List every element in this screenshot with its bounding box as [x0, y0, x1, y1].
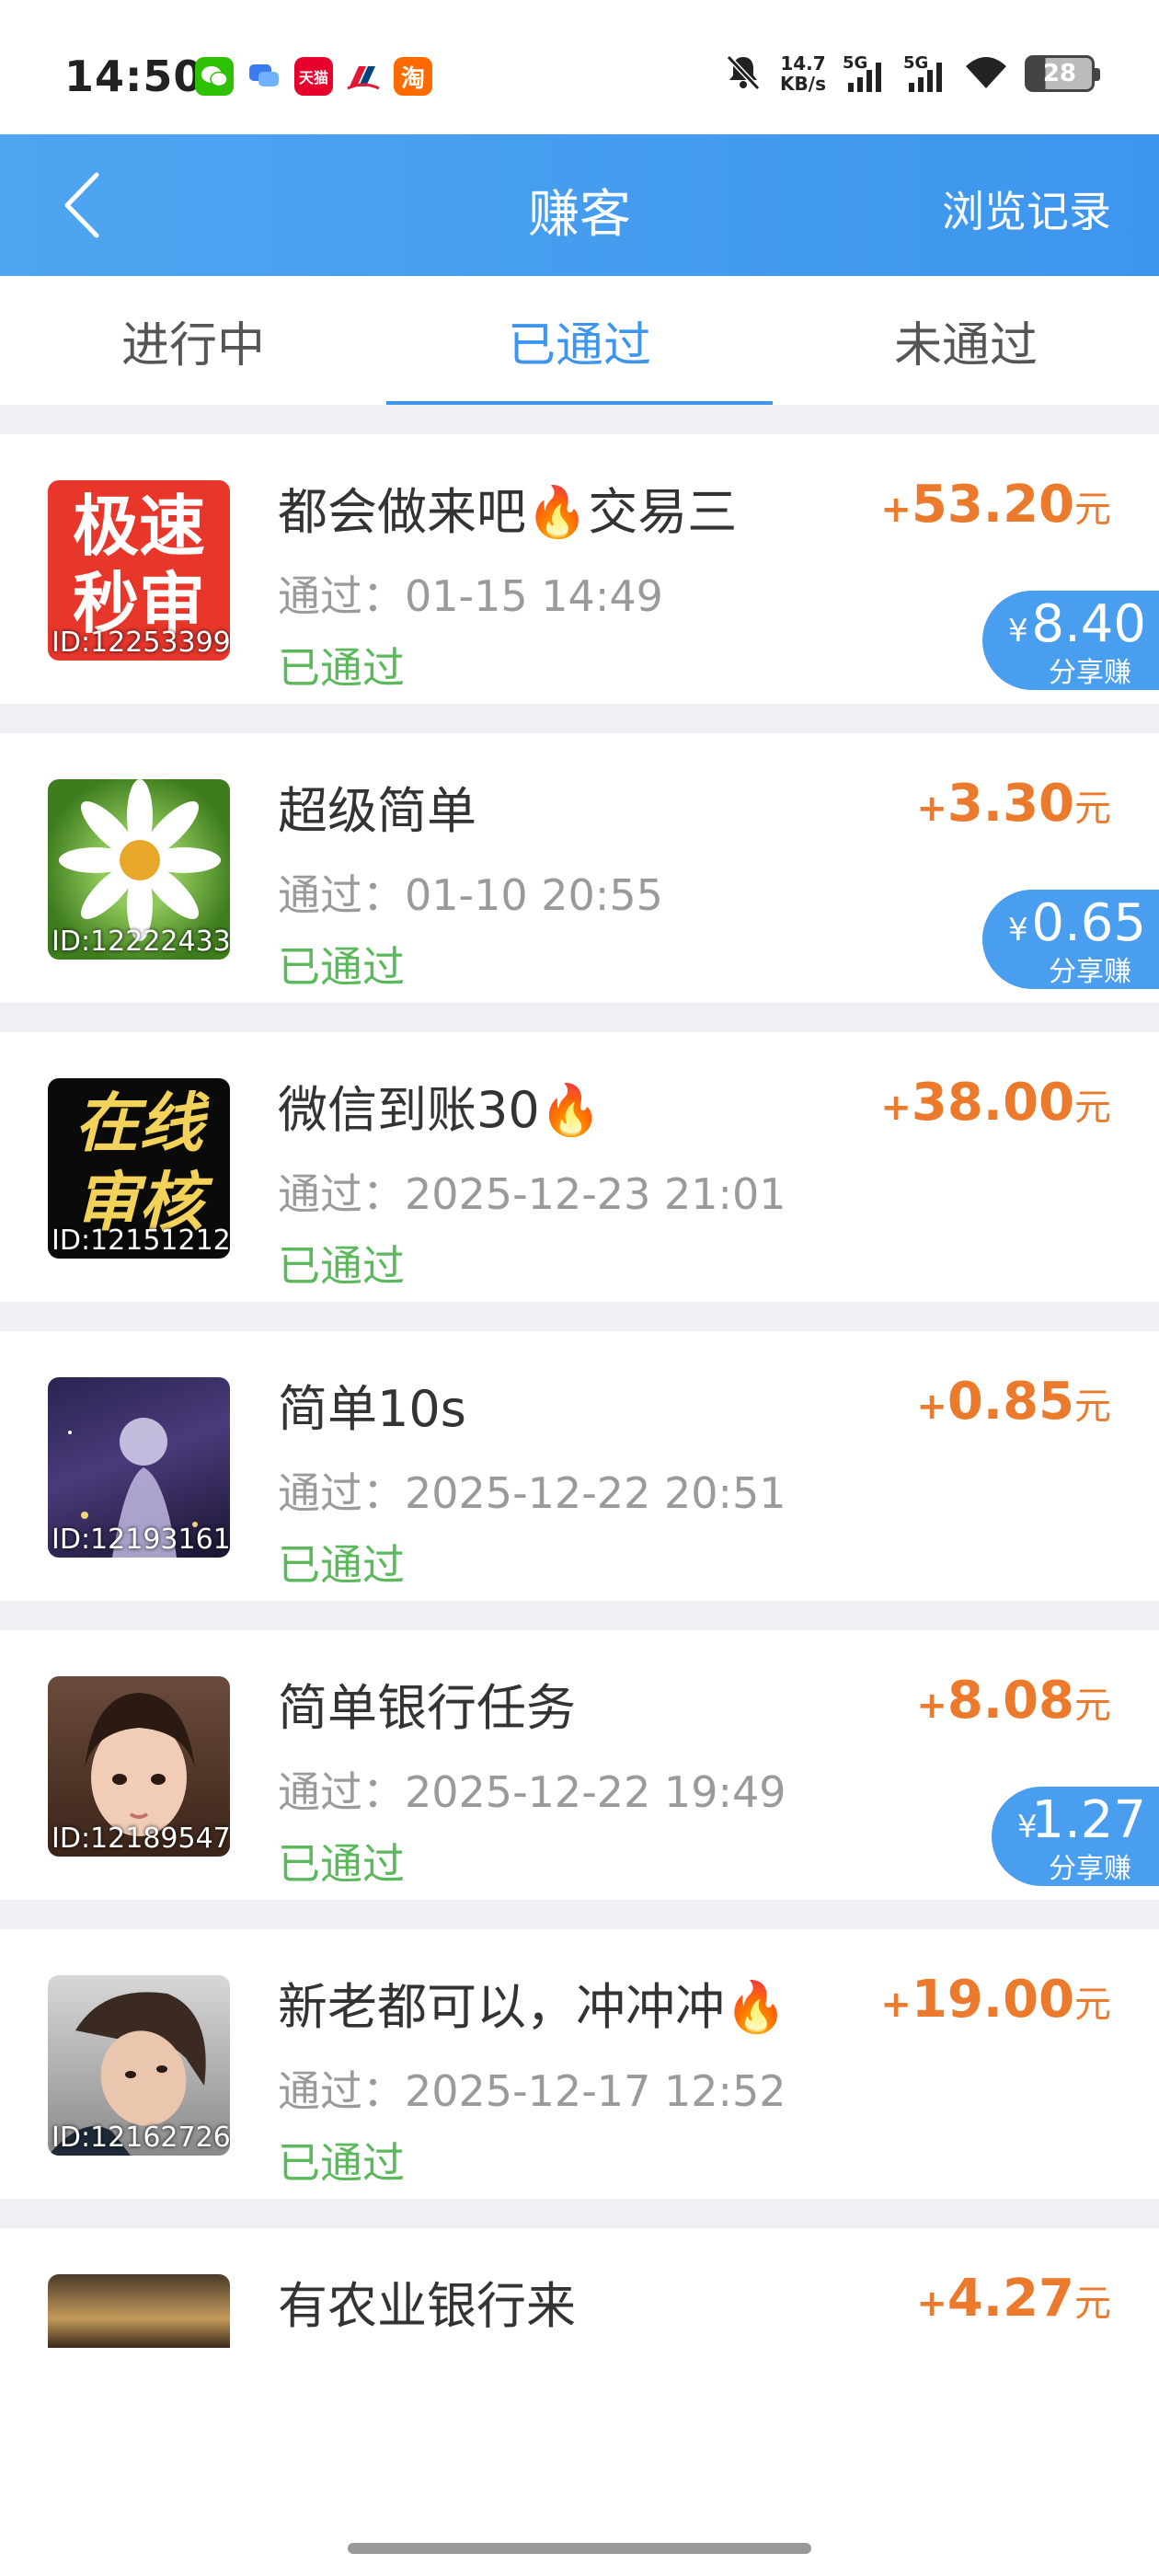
- share-earn-button[interactable]: ¥ 0.65 分享赚: [982, 890, 1159, 989]
- task-reward: +0.85元: [916, 1372, 1111, 1432]
- task-id: ID:12253399: [52, 627, 230, 659]
- share-earn-button[interactable]: ¥ 1.27 分享赚: [992, 1787, 1159, 1886]
- task-title: 简单10s: [278, 1380, 466, 1438]
- wechat-icon: [195, 57, 234, 96]
- browse-history-button[interactable]: 浏览记录: [942, 178, 1111, 239]
- task-thumbnail: 极速 秒审 ID:12253399: [48, 480, 230, 661]
- share-earn-button[interactable]: ¥ 8.40 分享赚: [982, 591, 1159, 690]
- task-item[interactable]: ID:12162726 新老都可以，冲冲冲🔥 通过：2025-12-17 12:…: [0, 1929, 1159, 2228]
- task-status: 已通过: [278, 942, 405, 992]
- task-item[interactable]: ID:12222433 超级简单 通过：01-10 20:55 已通过 +3.3…: [0, 733, 1159, 1032]
- task-item[interactable]: 有农业银行来 +4.27元: [0, 2228, 1159, 2467]
- task-title: 都会做来吧🔥交易三: [278, 483, 738, 541]
- task-thumbnail: ID:12189547: [48, 1676, 230, 1857]
- task-status: 已通过: [278, 1540, 405, 1590]
- task-title: 简单银行任务: [278, 1679, 576, 1737]
- task-item[interactable]: ID:12189547 简单银行任务 通过：2025-12-22 19:49 已…: [0, 1630, 1159, 1929]
- status-bar: 14:50 天猫 淘 14.7 KB/s 5G 5G 28: [0, 0, 1159, 134]
- notification-icons: 天猫 淘: [195, 57, 432, 96]
- task-pass-time: 通过：2025-12-22 20:51: [278, 1468, 786, 1518]
- cell-signal-icon: 5G: [843, 53, 887, 94]
- tab-in-progress[interactable]: 进行中: [0, 276, 386, 405]
- task-status: 已通过: [278, 1241, 405, 1291]
- home-indicator[interactable]: [348, 2543, 811, 2554]
- task-title: 新老都可以，冲冲冲🔥: [278, 1978, 787, 2036]
- task-reward: +38.00元: [880, 1073, 1111, 1133]
- mute-icon: [723, 52, 763, 96]
- task-reward: +4.27元: [916, 2269, 1111, 2329]
- tab-rejected[interactable]: 未通过: [773, 276, 1159, 405]
- status-tabs: 进行中 已通过 未通过: [0, 276, 1159, 405]
- message-icon: [245, 57, 283, 96]
- task-status: 已通过: [278, 1839, 405, 1889]
- task-thumbnail: ID:12222433: [48, 779, 230, 960]
- task-id: ID:12151212: [52, 1225, 230, 1257]
- task-title: 超级简单: [278, 782, 476, 840]
- task-reward: +53.20元: [880, 475, 1111, 535]
- task-pass-time: 通过：2025-12-22 19:49: [278, 1767, 786, 1817]
- task-thumbnail: [48, 2274, 230, 2348]
- task-item[interactable]: ID:12193161 简单10s 通过：2025-12-22 20:51 已通…: [0, 1331, 1159, 1630]
- status-time: 14:50: [64, 52, 204, 101]
- task-reward: +3.30元: [916, 774, 1111, 834]
- task-pass-time: 通过：01-15 14:49: [278, 571, 663, 621]
- battery-icon: 28: [1025, 55, 1100, 92]
- wifi-icon: [964, 53, 1008, 94]
- task-reward: +19.00元: [880, 1970, 1111, 2030]
- task-id: ID:12189547: [52, 1823, 230, 1855]
- taobao-icon: 淘: [394, 57, 432, 96]
- task-reward: +8.08元: [916, 1671, 1111, 1731]
- net-speed: 14.7 KB/s: [780, 52, 826, 95]
- task-title: 微信到账30🔥: [278, 1081, 602, 1139]
- task-status: 已通过: [278, 2138, 405, 2188]
- task-pass-time: 通过：2025-12-23 21:01: [278, 1169, 786, 1219]
- divider: [0, 405, 1159, 434]
- system-icons: 14.7 KB/s 5G 5G 28: [723, 52, 1100, 96]
- task-status: 已通过: [278, 643, 405, 693]
- tmall-icon: 天猫: [294, 57, 333, 96]
- task-thumbnail: ID:12193161: [48, 1377, 230, 1558]
- task-id: ID:12222433: [52, 926, 230, 958]
- unionpay-icon: [344, 57, 383, 96]
- task-id: ID:12162726: [52, 2122, 230, 2154]
- task-list: 极速 秒审 ID:12253399 都会做来吧🔥交易三 通过：01-15 14:…: [0, 434, 1159, 2467]
- task-thumbnail: ID:12162726: [48, 1975, 230, 2156]
- task-thumbnail: 在线 审核 ID:12151212: [48, 1078, 230, 1259]
- app-header: 赚客 浏览记录: [0, 134, 1159, 276]
- cell-signal-icon: 5G: [903, 53, 947, 94]
- task-title: 有农业银行来: [278, 2277, 576, 2335]
- task-pass-time: 通过：2025-12-17 12:52: [278, 2066, 786, 2116]
- task-id: ID:12193161: [52, 1524, 230, 1556]
- tab-passed[interactable]: 已通过: [386, 276, 773, 405]
- task-item[interactable]: 极速 秒审 ID:12253399 都会做来吧🔥交易三 通过：01-15 14:…: [0, 434, 1159, 733]
- task-item[interactable]: 在线 审核 ID:12151212 微信到账30🔥 通过：2025-12-23 …: [0, 1032, 1159, 1331]
- task-pass-time: 通过：01-10 20:55: [278, 870, 663, 920]
